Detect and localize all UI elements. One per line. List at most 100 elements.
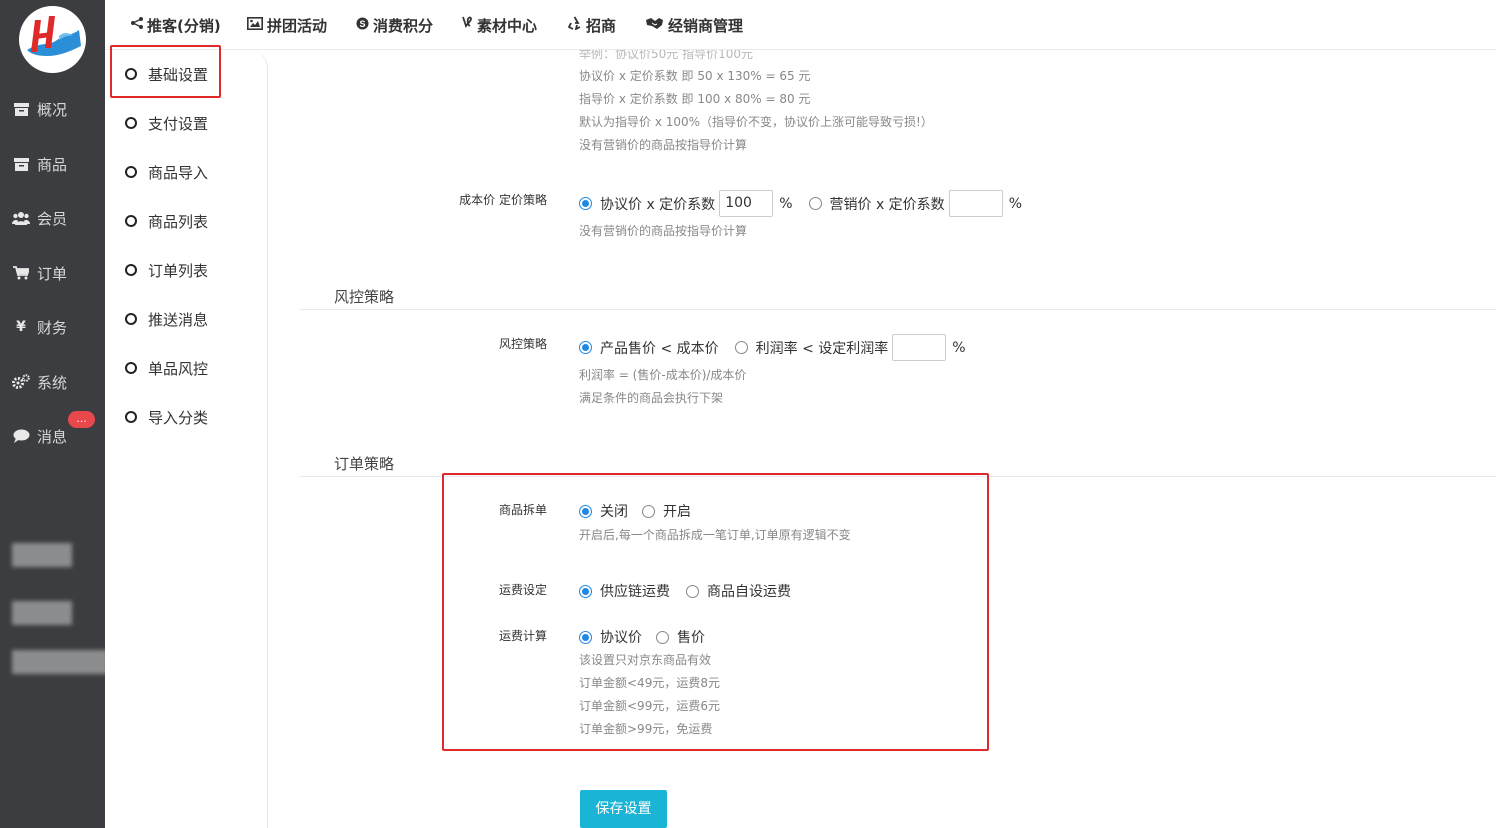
cost-strategy-hint: 没有营销价的商品按指导价计算 (579, 224, 748, 238)
radio-split-off[interactable] (579, 504, 592, 518)
users-icon (12, 210, 30, 226)
split-order-hint: 开启后,每一个商品拆成一笔订单,订单原有逻辑不变 (579, 528, 851, 542)
yen-icon: ¥ (16, 319, 26, 335)
freight-setting-options: 供应链运费 商品自设运费 (579, 581, 791, 601)
top-nav-investment[interactable]: 招商 (567, 14, 616, 36)
radio-price-below-cost[interactable] (579, 341, 592, 354)
top-nav-points[interactable]: S 消费积分 (356, 14, 433, 36)
freight-calc-hint: 订单金额<49元，运费8元 (579, 676, 720, 690)
sub-nav-goods-import[interactable]: 商品导入 (125, 161, 208, 183)
nav-item-label: 订单 (37, 264, 68, 283)
nav-item-system[interactable]: 系统 (12, 370, 67, 394)
radio-label: 利润率 < 设定利润率 (755, 340, 889, 357)
split-order-label: 商品拆单 (498, 503, 547, 517)
skype-icon: S (356, 17, 369, 34)
radio-supply-freight[interactable] (579, 584, 592, 598)
section-divider (300, 309, 1496, 310)
sub-nav-push-messages[interactable]: 推送消息 (125, 308, 208, 330)
sub-nav-payment-settings[interactable]: 支付设置 (125, 112, 208, 134)
freight-calc-label: 运费计算 (498, 629, 547, 643)
profit-rate-input[interactable] (892, 334, 947, 361)
logo-mark-icon (27, 16, 81, 56)
pricing-hint-partial: 举例：协议价50元 指导价100元 (579, 50, 753, 61)
percent-label: % (952, 339, 966, 356)
pricing-hint: 协议价 x 定价系数 即 50 x 130% = 65 元 (579, 69, 811, 83)
top-nav-label: 推客(分销) (147, 16, 221, 35)
agreement-coefficient-input[interactable]: 100 (719, 190, 774, 217)
nav-item-goods[interactable]: 商品 (12, 152, 67, 176)
split-order-options: 关闭 开启 (579, 501, 691, 521)
top-nav-promoter[interactable]: 推客(分销) (131, 14, 221, 36)
marketing-coefficient-input[interactable] (948, 190, 1003, 217)
risk-section-title: 风控策略 (334, 288, 395, 306)
top-nav-label: 招商 (586, 16, 617, 35)
save-settings-button[interactable]: 保存设置 (580, 790, 667, 828)
gears-icon (12, 374, 30, 390)
archive-icon (12, 101, 30, 117)
risk-strategy-label: 风控策略 (498, 337, 547, 351)
settings-sub-sidebar: 基础设置 支付设置 商品导入 商品列表 订单列表 推送消息 单品风控 导入分类 (105, 50, 268, 828)
circle-icon (125, 411, 137, 423)
sub-nav-label: 订单列表 (148, 261, 209, 280)
message-badge: ... (68, 411, 95, 428)
radio-agreement-price[interactable] (579, 197, 592, 210)
blurred-user-area (12, 601, 72, 625)
sub-nav-basic-settings[interactable]: 基础设置 (125, 63, 208, 85)
sub-nav-item-risk[interactable]: 单品风控 (125, 357, 208, 379)
cart-icon (12, 265, 30, 281)
top-nav-dealer[interactable]: 经销商管理 (645, 14, 743, 36)
nav-item-orders[interactable]: 订单 (12, 261, 67, 285)
radio-calc-agreement[interactable] (579, 630, 592, 644)
circle-icon (125, 215, 137, 227)
radio-label: 商品自设运费 (707, 584, 791, 600)
sub-nav-order-list[interactable]: 订单列表 (125, 259, 208, 281)
radio-custom-freight[interactable] (686, 584, 699, 598)
risk-hint: 满足条件的商品会执行下架 (579, 391, 724, 405)
circle-icon (125, 313, 137, 325)
percent-label: % (779, 195, 793, 212)
nav-item-overview[interactable]: 概况 (12, 97, 67, 121)
nav-item-label: 消息 (37, 427, 68, 446)
radio-profit-rate[interactable] (734, 341, 748, 354)
radio-calc-sale[interactable] (656, 630, 669, 644)
top-nav-group-buy[interactable]: 拼团活动 (247, 14, 327, 36)
sub-nav-label: 支付设置 (148, 114, 209, 133)
nav-item-finance[interactable]: ¥ 财务 (12, 315, 67, 339)
top-nav-label: 素材中心 (477, 16, 538, 35)
freight-setting-label: 运费设定 (498, 583, 547, 597)
radio-label: 协议价 (600, 630, 642, 646)
radio-label: 协议价 x 定价系数 (600, 196, 716, 213)
top-nav-materials[interactable]: 素材中心 (461, 14, 537, 36)
radio-label: 营销价 x 定价系数 (829, 196, 945, 213)
risk-hint: 利润率 = (售价-成本价)/成本价 (579, 368, 747, 382)
radio-label: 关闭 (600, 504, 628, 520)
nav-item-messages[interactable]: 消息 (12, 424, 67, 448)
sub-nav-label: 单品风控 (148, 359, 209, 378)
radio-label: 产品售价 < 成本价 (600, 340, 719, 357)
section-divider (300, 476, 1496, 477)
nav-item-label: 商品 (37, 155, 68, 174)
top-navbar: 推客(分销) 拼团活动 S 消费积分 素材中心 招商 经销商管理 (105, 0, 1496, 50)
pricing-hint: 默认为指导价 x 100%（指导价不变，协议价上涨可能导致亏损!） (579, 115, 933, 129)
chat-icon (12, 428, 30, 444)
order-section-title: 订单策略 (334, 455, 395, 473)
nav-item-label: 会员 (37, 209, 68, 228)
freight-calc-hint: 订单金额<99元，运费6元 (579, 699, 720, 713)
radio-marketing-price[interactable] (808, 197, 822, 210)
pricing-hint: 指导价 x 定价系数 即 100 x 80% = 80 元 (579, 92, 811, 106)
sub-nav-label: 基础设置 (148, 65, 209, 84)
handshake-icon (645, 16, 664, 34)
pricing-hint: 没有营销价的商品按指导价计算 (579, 138, 748, 152)
radio-label: 售价 (677, 630, 705, 646)
radio-split-on[interactable] (642, 504, 655, 518)
freight-calc-hint: 订单金额>99元，免运费 (579, 722, 713, 736)
risk-strategy-options: 产品售价 < 成本价 利润率 < 设定利润率 % (579, 334, 966, 361)
logo[interactable] (19, 6, 86, 73)
sub-nav-import-category[interactable]: 导入分类 (125, 406, 208, 428)
nav-item-members[interactable]: 会员 (12, 206, 67, 230)
cost-strategy-label: 成本价 定价策略 (459, 193, 547, 207)
nav-item-label: 财务 (37, 318, 68, 337)
sub-nav-label: 商品列表 (148, 212, 209, 231)
circle-icon (125, 68, 137, 80)
sub-nav-goods-list[interactable]: 商品列表 (125, 210, 208, 232)
